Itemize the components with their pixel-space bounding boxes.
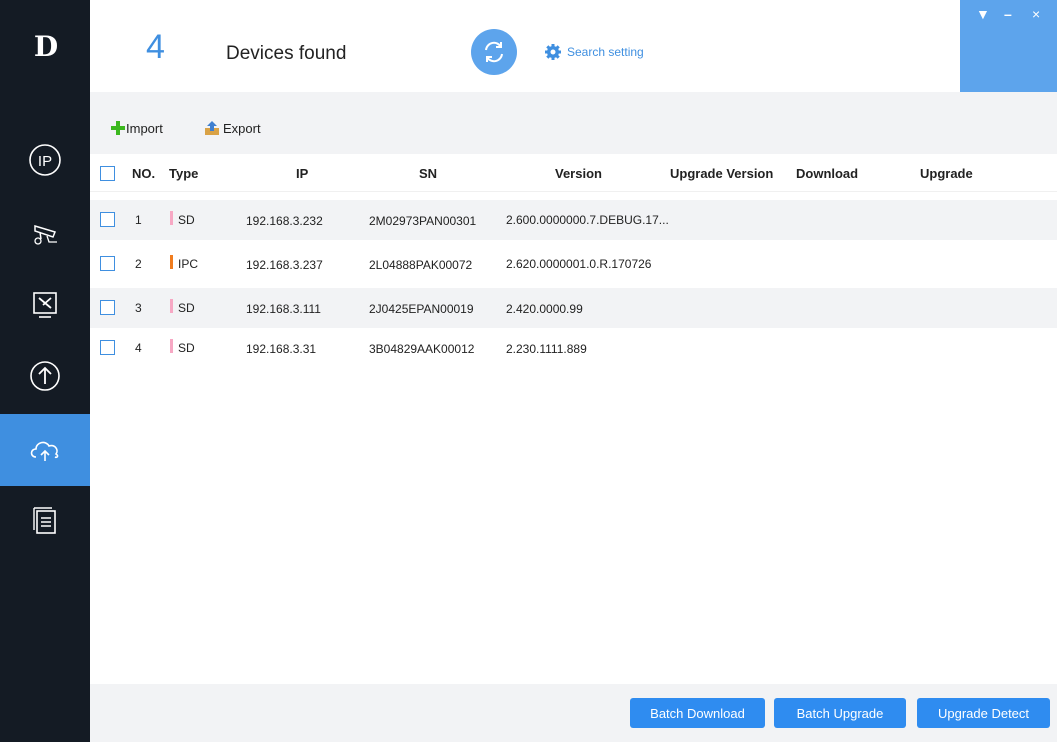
row-version: 2.420.0000.99 bbox=[506, 302, 583, 316]
table-row[interactable]: 1 SD 192.168.3.232 2M02973PAN00301 2.600… bbox=[90, 200, 1057, 240]
main-content: Import Export NO. Type IP SN Version Upg… bbox=[90, 92, 1057, 742]
cloud-upgrade-icon bbox=[30, 441, 59, 461]
minimize-button[interactable]: – bbox=[1004, 6, 1012, 22]
sidebar-item-camera-config[interactable] bbox=[0, 196, 90, 268]
select-all-checkbox[interactable] bbox=[100, 166, 115, 181]
row-type: SD bbox=[178, 341, 195, 355]
column-upgrade-version: Upgrade Version bbox=[670, 166, 774, 181]
row-ip: 192.168.3.232 bbox=[246, 214, 323, 228]
dropdown-menu-icon[interactable]: ▼ bbox=[976, 6, 990, 22]
column-upgrade: Upgrade bbox=[920, 166, 973, 181]
column-type: Type bbox=[169, 166, 199, 181]
column-ip: IP bbox=[296, 166, 309, 181]
sidebar-item-ip[interactable]: IP bbox=[0, 124, 90, 196]
sidebar-item-tools[interactable] bbox=[0, 268, 90, 340]
header: 4 Devices found Search setting ▼ – × bbox=[90, 0, 1057, 92]
row-ip: 192.168.3.237 bbox=[246, 258, 323, 272]
search-setting-label: Search setting bbox=[567, 45, 644, 59]
table-empty-area bbox=[90, 372, 1057, 684]
row-checkbox[interactable] bbox=[100, 300, 115, 315]
row-type: SD bbox=[178, 213, 195, 227]
table-row[interactable]: 2 IPC 192.168.3.237 2L04888PAK00072 2.62… bbox=[90, 244, 1057, 284]
tools-icon bbox=[33, 292, 57, 318]
type-color-indicator bbox=[170, 255, 173, 269]
footer: Batch Download Batch Upgrade Upgrade Det… bbox=[90, 684, 1057, 742]
row-type: SD bbox=[178, 301, 195, 315]
close-button[interactable]: × bbox=[1032, 6, 1040, 22]
svg-text:IP: IP bbox=[38, 153, 52, 170]
table-row[interactable]: 3 SD 192.168.3.111 2J0425EPAN00019 2.420… bbox=[90, 288, 1057, 328]
row-no: 1 bbox=[135, 213, 142, 227]
column-download: Download bbox=[796, 166, 859, 181]
row-sn: 2M02973PAN00301 bbox=[369, 214, 477, 228]
sidebar-item-log-list[interactable] bbox=[0, 484, 90, 556]
toolbar: Import Export bbox=[90, 92, 1057, 154]
window-controls: ▼ – × bbox=[960, 0, 1057, 92]
column-sn: SN bbox=[419, 166, 438, 181]
row-checkbox[interactable] bbox=[100, 256, 115, 271]
export-icon bbox=[205, 121, 219, 135]
gear-icon bbox=[545, 44, 561, 60]
row-no: 4 bbox=[135, 341, 142, 355]
row-no: 3 bbox=[135, 301, 142, 315]
app-logo: D bbox=[0, 0, 90, 92]
batch-download-button[interactable]: Batch Download bbox=[630, 698, 765, 728]
column-no: NO. bbox=[132, 166, 156, 181]
batch-upgrade-button[interactable]: Batch Upgrade bbox=[774, 698, 906, 728]
row-ip: 192.168.3.111 bbox=[246, 302, 321, 316]
row-checkbox[interactable] bbox=[100, 340, 115, 355]
type-color-indicator bbox=[170, 299, 173, 313]
upgrade-icon bbox=[30, 361, 60, 391]
app-logo-text: D bbox=[33, 29, 58, 63]
row-version: 2.620.0000001.0.R.170726 bbox=[506, 257, 652, 271]
row-ip: 192.168.3.31 bbox=[246, 342, 317, 356]
row-version: 2.230.1111.889 bbox=[506, 342, 587, 356]
type-color-indicator bbox=[170, 211, 173, 225]
row-no: 2 bbox=[135, 257, 142, 271]
import-button[interactable]: Import bbox=[110, 120, 163, 136]
devices-found-label: Devices found bbox=[226, 43, 347, 64]
row-version: 2.600.0000000.7.DEBUG.17... bbox=[506, 213, 669, 227]
table-row[interactable]: 4 SD 192.168.3.31 3B04829AAK00012 2.230.… bbox=[90, 328, 1046, 368]
table-header: NO. Type IP SN Version Upgrade Version D… bbox=[90, 154, 1057, 192]
row-type: IPC bbox=[178, 257, 199, 271]
sidebar: D IP bbox=[0, 0, 90, 742]
camera-config-icon bbox=[34, 224, 57, 245]
refresh-search-button[interactable] bbox=[471, 29, 517, 75]
import-label: Import bbox=[126, 120, 163, 136]
column-version: Version bbox=[555, 166, 602, 181]
type-color-indicator bbox=[170, 339, 173, 353]
search-setting-button[interactable]: Search setting bbox=[544, 43, 644, 61]
ip-icon: IP bbox=[29, 144, 61, 176]
export-button[interactable]: Export bbox=[203, 120, 261, 136]
refresh-icon bbox=[485, 41, 503, 63]
row-sn: 2J0425EPAN00019 bbox=[369, 302, 474, 316]
device-count: 4 bbox=[146, 28, 165, 66]
sidebar-item-upgrade[interactable] bbox=[0, 340, 90, 412]
export-label: Export bbox=[223, 120, 261, 136]
plus-icon bbox=[111, 121, 125, 135]
row-sn: 3B04829AAK00012 bbox=[369, 342, 475, 356]
row-sn: 2L04888PAK00072 bbox=[369, 258, 473, 272]
sidebar-item-cloud-upgrade[interactable] bbox=[0, 414, 90, 486]
upgrade-detect-button[interactable]: Upgrade Detect bbox=[917, 698, 1050, 728]
log-list-icon bbox=[33, 507, 56, 534]
row-checkbox[interactable] bbox=[100, 212, 115, 227]
